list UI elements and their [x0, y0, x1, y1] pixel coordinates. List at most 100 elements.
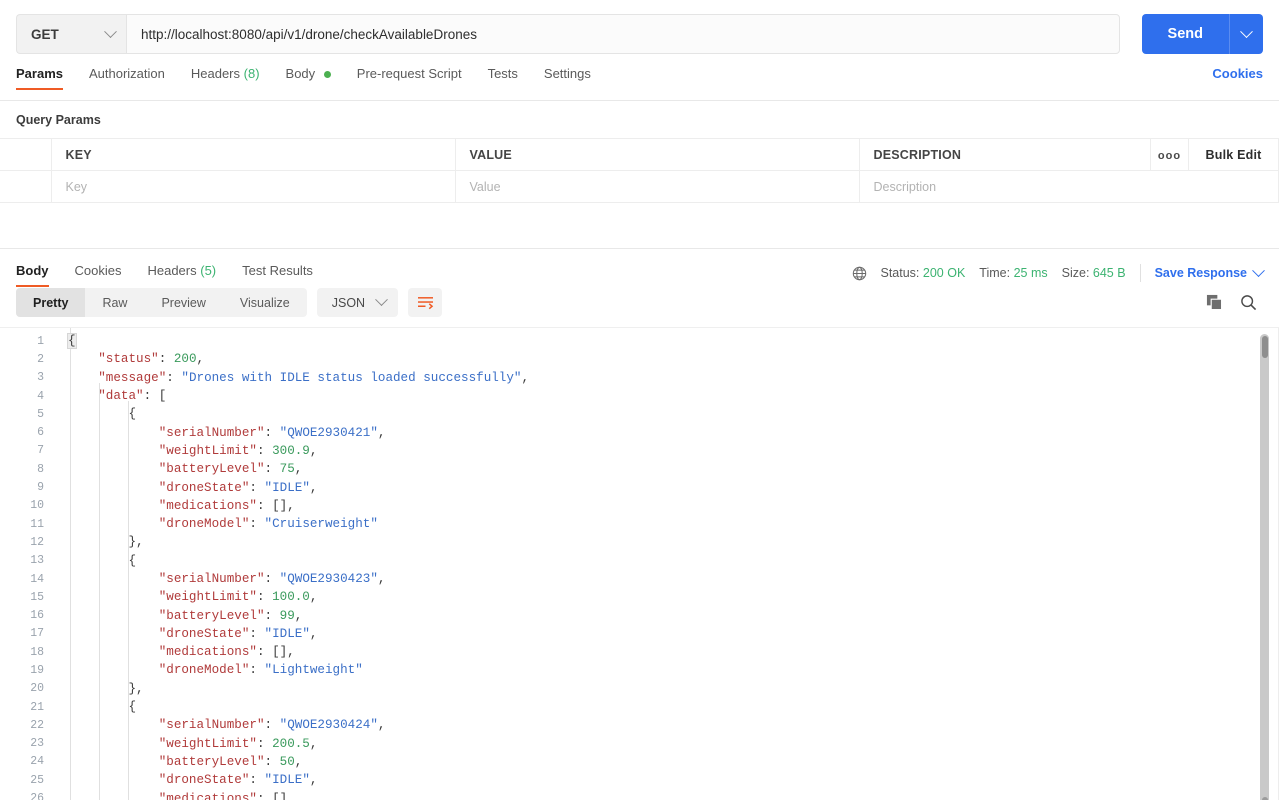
tab-pre-request-script[interactable]: Pre-request Script [357, 66, 462, 90]
more-actions-button[interactable]: ooo [1150, 138, 1189, 171]
json-punctuation: , [309, 626, 318, 641]
response-tab-test-results[interactable]: Test Results [242, 263, 313, 287]
code-text: "droneState": "IDLE", [56, 773, 318, 788]
code-text: { [56, 554, 136, 568]
body-toolbar-actions [1206, 294, 1263, 311]
response-format-label: JSON [331, 295, 366, 310]
param-key-input[interactable]: Key [51, 170, 456, 203]
response-body-code-viewer[interactable]: 1{2 "status": 200, 3 "message": "Drones w… [0, 327, 1279, 800]
code-line: 23 "weightLimit": 200.5, [0, 735, 1279, 753]
json-punctuation: : [264, 572, 280, 586]
vertical-scrollbar[interactable] [1260, 334, 1269, 800]
json-number: 75 [279, 462, 295, 477]
code-line: 3 "message": "Drones with IDLE status lo… [0, 369, 1279, 387]
line-number: 16 [30, 609, 44, 623]
line-number: 13 [30, 554, 44, 568]
json-number: 300.9 [272, 443, 310, 458]
json-punctuation: : [249, 626, 265, 641]
time-label: Time: [979, 266, 1011, 280]
code-text: "medications": [], [56, 499, 295, 513]
line-number: 12 [30, 535, 44, 549]
send-button[interactable]: Send [1141, 14, 1229, 54]
json-punctuation: : [264, 718, 280, 733]
json-string: "QWOE2930421" [279, 425, 378, 440]
view-mode-preview[interactable]: Preview [144, 288, 222, 317]
status-group: Status: 200 OK [881, 266, 966, 280]
size-group: Size: 645 B [1062, 266, 1126, 280]
response-format-select[interactable]: JSON [316, 288, 399, 317]
json-punctuation: : [158, 352, 174, 367]
json-punctuation: : [264, 462, 280, 477]
meta-divider [1139, 264, 1141, 282]
view-mode-visualize[interactable]: Visualize [223, 288, 307, 317]
json-punctuation: , [196, 352, 205, 367]
bulk-edit-button[interactable]: Bulk Edit [1188, 138, 1279, 171]
json-punctuation: , [294, 608, 303, 623]
code-line: 17 "droneState": "IDLE", [0, 625, 1279, 643]
json-key: "serialNumber" [158, 425, 265, 440]
tab-tests[interactable]: Tests [488, 66, 518, 90]
row-checkbox[interactable] [0, 170, 52, 203]
code-line: 20 }, [0, 680, 1279, 698]
query-params-table: KEY VALUE DESCRIPTION ooo Bulk Edit Key … [0, 138, 1279, 203]
view-mode-raw[interactable]: Raw [85, 288, 144, 317]
json-string: "IDLE" [264, 626, 310, 641]
scrollbar-thumb[interactable] [1261, 336, 1268, 358]
request-pane-filler [0, 203, 1279, 249]
json-punctuation: , [309, 443, 318, 458]
line-number: 17 [30, 627, 44, 641]
line-number: 24 [30, 755, 44, 769]
code-line: 19 "droneModel": "Lightweight" [0, 661, 1279, 679]
response-tab-cookies[interactable]: Cookies [75, 263, 122, 287]
send-options-button[interactable] [1229, 14, 1263, 54]
line-number: 2 [37, 352, 44, 366]
cookies-link[interactable]: Cookies [1212, 66, 1263, 81]
code-text: "serialNumber": "QWOE2930424", [56, 718, 386, 733]
response-tab-headers[interactable]: Headers (5) [147, 263, 216, 287]
copy-icon[interactable] [1206, 294, 1223, 311]
word-wrap-toggle-button[interactable] [408, 288, 443, 317]
view-mode-pretty[interactable]: Pretty [16, 288, 86, 317]
json-key: "weightLimit" [158, 736, 257, 751]
tab-body[interactable]: Body [286, 66, 331, 90]
json-string: "Lightweight" [264, 663, 363, 678]
status-badge: 200 OK [922, 266, 966, 280]
http-method-select[interactable]: GET [16, 14, 126, 54]
query-params-title: Query Params [16, 113, 101, 127]
json-punctuation: : [249, 663, 265, 678]
tab-authorization[interactable]: Authorization [89, 66, 165, 90]
json-key: "weightLimit" [158, 443, 257, 458]
param-description-input[interactable]: Description [859, 170, 1279, 203]
view-mode-segmented-control: Pretty Raw Preview Visualize [16, 288, 307, 317]
code-line: 11 "droneModel": "Cruiserweight" [0, 515, 1279, 533]
tab-settings[interactable]: Settings [544, 66, 591, 90]
code-text: "droneState": "IDLE", [56, 626, 318, 641]
tab-label: Headers [190, 66, 241, 81]
json-key: "batteryLevel" [158, 754, 265, 769]
search-icon[interactable] [1240, 294, 1257, 311]
json-key: "medications" [158, 498, 257, 513]
code-text: "message": "Drones with IDLE status load… [56, 371, 529, 385]
tab-params[interactable]: Params [16, 66, 63, 90]
json-number: 100.0 [272, 590, 310, 605]
code-text: "batteryLevel": 99, [56, 608, 303, 623]
json-string: "IDLE" [264, 480, 310, 495]
json-punctuation: , [377, 572, 386, 586]
tab-headers[interactable]: Headers (8) [191, 66, 260, 90]
chevron-down-icon [104, 24, 117, 38]
json-key: "medications" [158, 791, 257, 800]
json-punctuation: , [294, 754, 303, 769]
json-punctuation: , [377, 425, 386, 440]
code-text: "droneModel": "Lightweight" [56, 663, 363, 677]
json-punctuation: , [309, 773, 318, 788]
line-number: 14 [30, 572, 44, 586]
line-number: 6 [37, 426, 44, 440]
param-value-input[interactable]: Value [455, 170, 860, 203]
status-label: Status: [880, 266, 920, 280]
response-tab-body[interactable]: Body [16, 263, 49, 287]
url-input[interactable] [126, 14, 1120, 54]
save-response-button[interactable]: Save Response [1155, 263, 1265, 280]
json-punctuation: : [264, 425, 280, 440]
word-wrap-icon [417, 297, 433, 310]
line-number: 22 [30, 718, 44, 732]
